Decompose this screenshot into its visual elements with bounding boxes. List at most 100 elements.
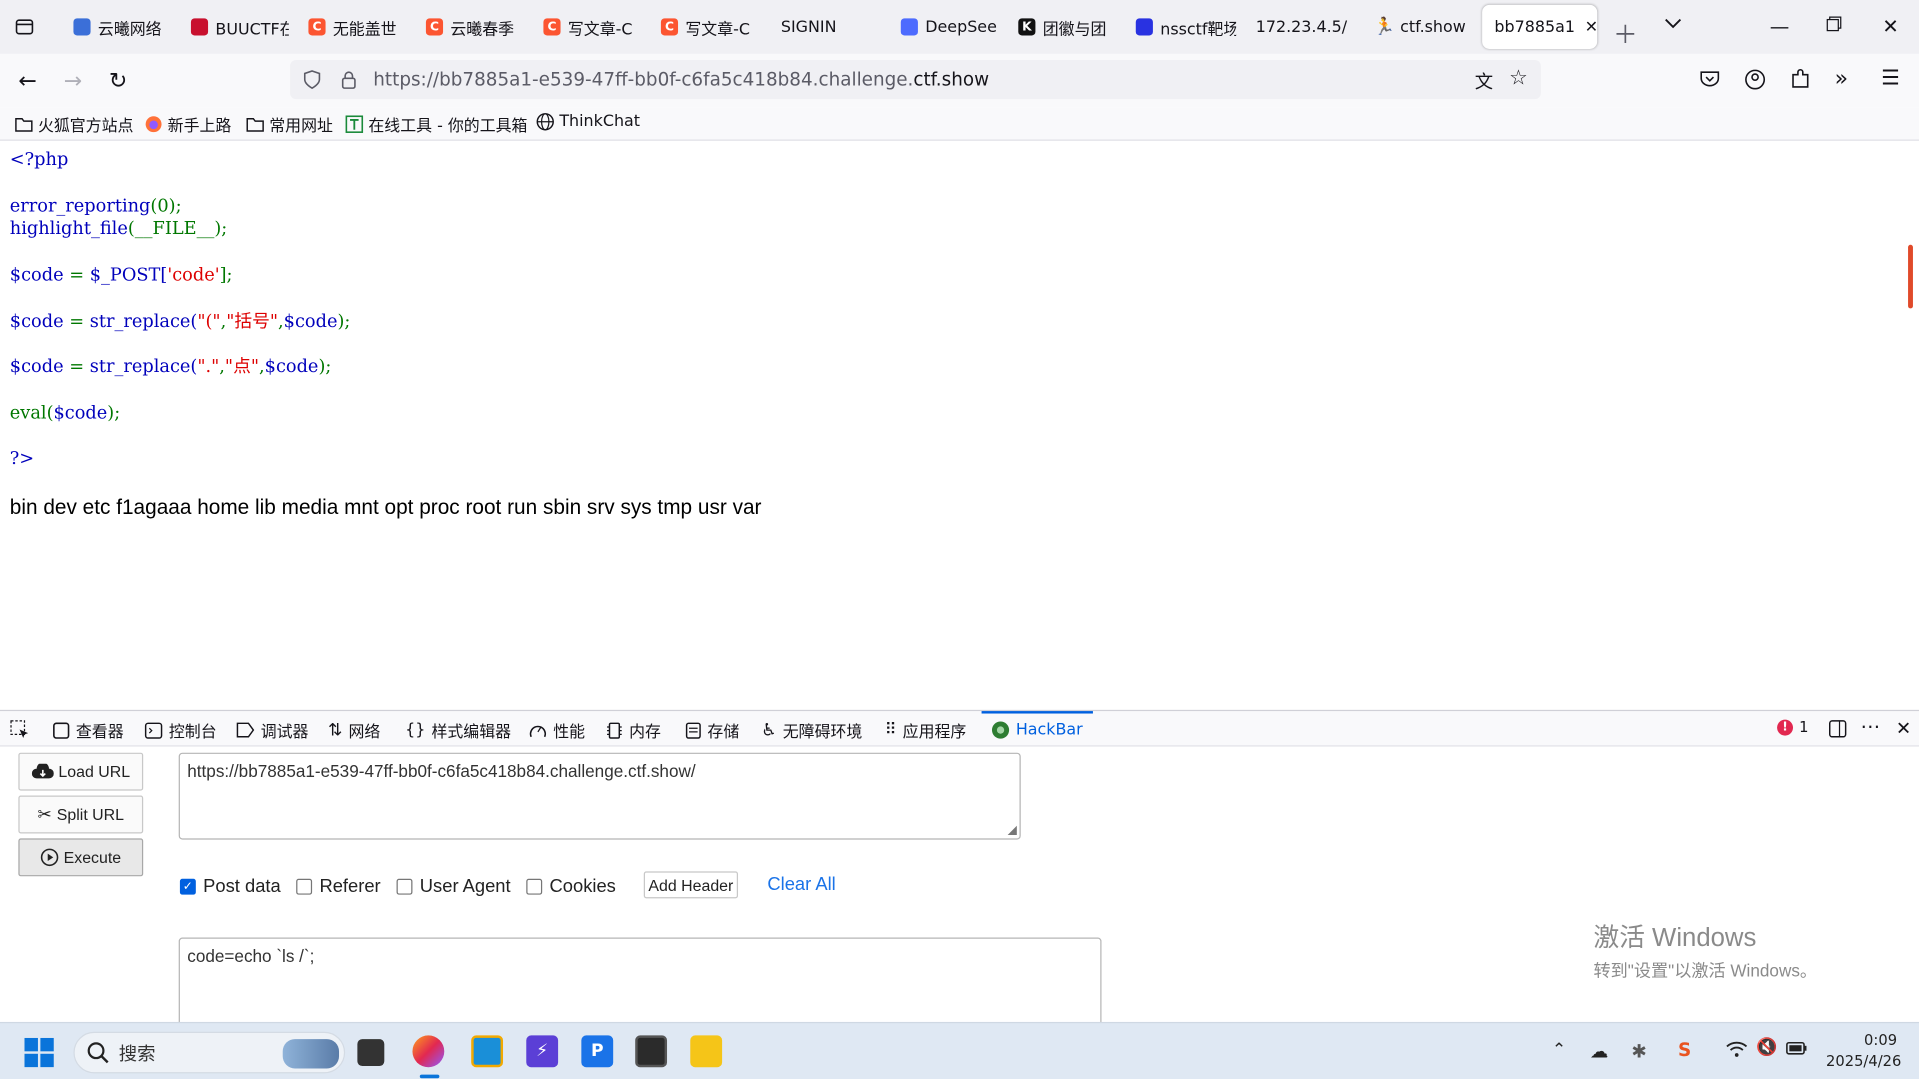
devtools-tab-application[interactable]: ⠿ 应用程序 — [885, 718, 966, 742]
tab-csdn-1[interactable]: C 无能盖世 — [296, 5, 406, 49]
bookmark-label: 新手上路 — [167, 117, 232, 136]
command-output: bin dev etc f1agaaa home lib media mnt o… — [9, 495, 762, 519]
search-highlight-image — [282, 1039, 340, 1069]
tab-ctfshow[interactable]: 🏃 ctf.show — [1363, 5, 1476, 49]
url-textarea[interactable]: https://bb7885a1-e539-47ff-bb0f-c6fa5c41… — [178, 752, 1021, 840]
tab-favicon-icon — [190, 18, 209, 36]
navigation-bar: ← → ↻ https://bb7885a1-e539-47ff-bb0f-c6… — [0, 53, 1919, 108]
close-devtools-icon[interactable]: ✕ — [1896, 717, 1911, 739]
reload-icon[interactable]: ↻ — [109, 69, 127, 95]
resize-handle-icon[interactable]: ◢ — [1008, 824, 1017, 837]
devtools-tab-hackbar[interactable]: HackBar — [981, 711, 1093, 746]
execute-button[interactable]: Execute — [18, 838, 144, 877]
forward-icon[interactable]: → — [64, 69, 82, 95]
tab-ip[interactable]: 172.23.4.5/ — [1243, 5, 1356, 49]
referer-checkbox[interactable]: Referer — [296, 876, 381, 897]
task-view-icon[interactable] — [357, 1039, 385, 1067]
star-icon[interactable]: ☆ — [1509, 66, 1528, 90]
close-window-icon[interactable]: ✕ — [1882, 15, 1898, 38]
code-token: $code — [9, 265, 64, 286]
tab-csdn-3[interactable]: C 写文章-C — [531, 5, 641, 49]
address-bar[interactable]: https://bb7885a1-e539-47ff-bb0f-c6fa5c41… — [290, 59, 1541, 100]
scrollbar-thumb[interactable] — [1908, 244, 1913, 309]
new-tab-icon[interactable]: ＋ — [1613, 15, 1637, 50]
devtools-tab-console[interactable]: 控制台 — [144, 718, 217, 742]
wifi-icon[interactable] — [1726, 1040, 1748, 1057]
devtools-tab-debugger[interactable]: 调试器 — [236, 718, 308, 742]
more-options-icon[interactable]: ⋯ — [1860, 715, 1880, 738]
app-icon-p[interactable]: P — [581, 1035, 614, 1068]
overflow-chevron-icon[interactable]: » — [1835, 66, 1848, 92]
app-icon-blue[interactable] — [471, 1035, 504, 1068]
account-icon[interactable] — [1744, 69, 1766, 91]
back-icon[interactable]: ← — [18, 69, 36, 95]
error-counter[interactable]: ! 1 — [1777, 718, 1809, 736]
bookmark-getting-started[interactable]: 新手上路 — [144, 113, 231, 136]
devtools-tab-network[interactable]: ⇅ 网络 — [328, 718, 380, 741]
load-url-button[interactable]: Load URL — [18, 752, 144, 791]
devtools-tab-storage[interactable]: 存储 — [685, 718, 739, 742]
mute-icon[interactable]: 🔇 — [1756, 1038, 1777, 1058]
tab-nssctf[interactable]: nssctf靶场 — [1124, 5, 1236, 49]
windows-start-icon[interactable] — [24, 1037, 54, 1068]
input-method-icon[interactable]: S — [1678, 1039, 1691, 1061]
cookies-checkbox[interactable]: Cookies — [526, 876, 616, 897]
lock-icon[interactable] — [337, 70, 361, 89]
dock-icon[interactable] — [1828, 720, 1847, 738]
tab-csdn-4[interactable]: C 写文章-C — [649, 5, 759, 49]
tray-chevron-up-icon[interactable]: ⌃ — [1552, 1040, 1566, 1060]
tab-csdn-2[interactable]: C 云曦春季 — [414, 5, 524, 49]
translate-icon[interactable]: 文 — [1475, 69, 1493, 95]
devtools-tab-style-editor[interactable]: {} 样式编辑器 — [405, 718, 512, 742]
restore-icon[interactable] — [1826, 16, 1842, 32]
devtools-tab-inspector[interactable]: 查看器 — [53, 718, 124, 742]
pocket-icon[interactable] — [1700, 70, 1720, 88]
devtools-tab-accessibility[interactable]: ♿ 无障碍环境 — [761, 718, 862, 741]
error-count: 1 — [1799, 718, 1809, 736]
tab-buuctf[interactable]: BUUCTF在 — [179, 5, 289, 49]
tab-deepseek[interactable]: DeepSee — [889, 5, 999, 49]
post-data-textarea[interactable]: code=echo `ls /`; — [178, 937, 1102, 1036]
bookmark-online-tools[interactable]: 在线工具 - 你的工具箱 — [345, 113, 527, 136]
battery-icon[interactable] — [1786, 1041, 1808, 1055]
devtools-tab-memory[interactable]: 内存 — [606, 718, 661, 742]
taskbar-search-box[interactable]: 搜索 — [73, 1031, 346, 1074]
devtools-tab-performance[interactable]: 性能 — [529, 718, 585, 742]
extensions-icon[interactable] — [1791, 68, 1811, 90]
devtools-tab-label: 样式编辑器 — [431, 723, 512, 742]
tab-signin[interactable]: SIGNIN — [766, 5, 876, 49]
code-token: 'code' — [167, 265, 220, 286]
bookmark-firefox-official[interactable]: 火狐官方站点 — [15, 113, 134, 136]
clear-all-link[interactable]: Clear All — [767, 874, 835, 895]
tab-overview-icon[interactable] — [15, 17, 35, 37]
tab-yunxi[interactable]: 云曦网络 — [61, 5, 171, 49]
bookmark-thinkchat[interactable]: ThinkChat — [536, 113, 640, 131]
app-icon-purple[interactable]: ⚡ — [526, 1035, 559, 1068]
user-agent-checkbox[interactable]: User Agent — [396, 876, 511, 897]
firefox-taskbar-icon[interactable] — [412, 1035, 445, 1068]
folder-icon — [15, 116, 33, 132]
element-picker-icon[interactable] — [10, 720, 30, 740]
close-tab-icon[interactable]: ✕ — [1585, 18, 1597, 36]
taskbar-clock[interactable]: 0:09 2025/4/26 — [1826, 1031, 1901, 1073]
split-url-button[interactable]: ✂ Split URL — [18, 795, 144, 834]
terminal-icon[interactable] — [635, 1035, 668, 1068]
minimize-icon[interactable]: — — [1770, 15, 1790, 38]
chevron-down-icon[interactable] — [1665, 17, 1682, 29]
network-icon: ⇅ — [328, 720, 343, 740]
post-data-checkbox[interactable]: ✓ Post data — [179, 876, 281, 897]
code-token: ); — [318, 357, 332, 378]
cloud-off-icon[interactable]: ☁ — [1590, 1040, 1608, 1062]
devtools-tab-label: 查看器 — [75, 723, 124, 742]
tab-tuanhui[interactable]: K 团徽与团 — [1006, 5, 1116, 49]
shield-icon[interactable] — [300, 70, 324, 90]
checkbox-box — [296, 878, 313, 895]
bookmark-common-sites[interactable]: 常用网址 — [246, 113, 333, 136]
menu-icon[interactable]: ☰ — [1881, 66, 1900, 90]
add-header-button[interactable]: Add Header — [643, 871, 739, 899]
activation-watermark: 激活 Windows 转到"设置"以激活 Windows。 — [1594, 918, 1818, 983]
tab-active-challenge[interactable]: bb7885a1 ✕ — [1482, 4, 1598, 49]
file-explorer-icon[interactable] — [690, 1035, 723, 1068]
tray-app-icon[interactable]: ✱ — [1631, 1040, 1646, 1062]
clock-time: 0:09 — [1864, 1031, 1898, 1049]
